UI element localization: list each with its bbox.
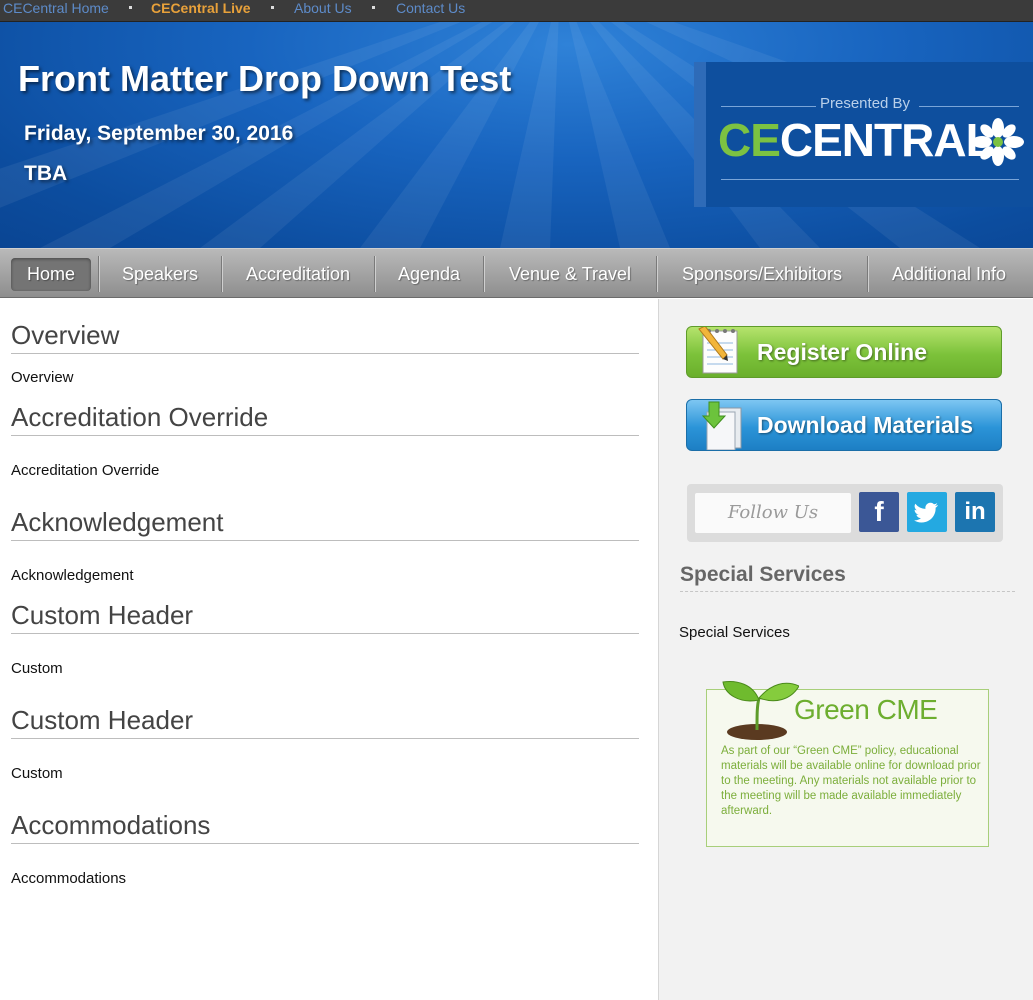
facebook-icon[interactable]: f bbox=[859, 492, 899, 532]
notepad-pencil-icon bbox=[698, 327, 738, 374]
event-banner: Front Matter Drop Down Test Friday, Sept… bbox=[0, 22, 1033, 248]
follow-us-bar: Follow Us f in bbox=[687, 484, 1003, 542]
download-materials-label: Download Materials bbox=[757, 412, 973, 438]
logo-rule bbox=[721, 106, 816, 107]
section-text-custom: Custom bbox=[11, 660, 63, 677]
nav-item-accreditation[interactable]: Accreditation bbox=[226, 258, 370, 291]
twitter-bird-icon bbox=[914, 502, 938, 523]
section-heading-accreditation-override: Accreditation Override bbox=[11, 401, 639, 436]
green-cme-badge: Green CME As part of our “Green CME” pol… bbox=[706, 681, 989, 847]
nav-item-home[interactable]: Home bbox=[11, 258, 91, 291]
section-text-accreditation-override: Accreditation Override bbox=[11, 462, 160, 479]
flower-icon bbox=[972, 118, 1024, 166]
section-heading-accommodations: Accommodations bbox=[11, 809, 639, 844]
topbar-link-cecentral-live[interactable]: CECentral Live bbox=[151, 0, 251, 17]
download-folder-icon bbox=[701, 401, 742, 450]
section-heading-acknowledgement: Acknowledgement bbox=[11, 506, 639, 541]
nav-separator bbox=[867, 256, 869, 292]
section-text-accommodations: Accommodations bbox=[11, 870, 127, 887]
topbar-link-about-us[interactable]: About Us bbox=[294, 0, 352, 17]
logo-ce: CE bbox=[718, 114, 781, 166]
separator-dot bbox=[372, 6, 375, 9]
section-heading-overview: Overview bbox=[11, 319, 639, 354]
separator-dot bbox=[129, 6, 132, 9]
nav-separator bbox=[374, 256, 376, 292]
nav-item-sponsors-exhibitors[interactable]: Sponsors/Exhibitors bbox=[661, 258, 863, 291]
section-text-custom: Custom bbox=[11, 765, 63, 782]
register-online-button[interactable]: Register Online bbox=[686, 326, 1002, 378]
top-utility-bar: CECentral Home CECentral Live About Us C… bbox=[0, 0, 1033, 22]
logo-wordmark: CECENTRAL bbox=[718, 112, 994, 168]
nav-item-agenda[interactable]: Agenda bbox=[379, 258, 479, 291]
section-text-acknowledgement: Acknowledgement bbox=[11, 567, 134, 584]
nav-separator bbox=[98, 256, 100, 292]
event-title: Front Matter Drop Down Test bbox=[18, 58, 512, 99]
sprout-icon bbox=[722, 681, 799, 740]
nav-item-speakers[interactable]: Speakers bbox=[104, 258, 216, 291]
main-nav: Home Speakers Accreditation Agenda Venue… bbox=[0, 248, 1033, 298]
section-text-overview: Overview bbox=[11, 369, 74, 386]
separator-dot bbox=[271, 6, 274, 9]
register-online-label: Register Online bbox=[757, 339, 927, 365]
section-heading-custom-header: Custom Header bbox=[11, 704, 639, 739]
event-date: Friday, September 30, 2016 bbox=[24, 122, 294, 145]
green-cme-description: As part of our “Green CME” policy, educa… bbox=[721, 745, 981, 817]
nav-separator bbox=[483, 256, 485, 292]
green-cme-title: Green CME bbox=[794, 694, 938, 725]
topbar-link-contact-us[interactable]: Contact Us bbox=[396, 0, 465, 17]
nav-separator bbox=[656, 256, 658, 292]
section-heading-custom-header: Custom Header bbox=[11, 599, 639, 634]
linkedin-icon[interactable]: in bbox=[955, 492, 995, 532]
nav-item-additional-info[interactable]: Additional Info bbox=[872, 258, 1026, 291]
event-location: TBA bbox=[24, 162, 68, 185]
twitter-icon[interactable] bbox=[907, 492, 947, 532]
special-services-heading: Special Services bbox=[680, 563, 1015, 592]
download-materials-button[interactable]: Download Materials bbox=[686, 399, 1002, 451]
special-services-text: Special Services bbox=[679, 624, 790, 641]
cecentral-logo[interactable]: Presented By CECENTRAL bbox=[694, 62, 1033, 207]
logo-central: CENTRAL bbox=[779, 114, 994, 166]
main-content: Overview Overview Accreditation Override… bbox=[0, 299, 658, 1000]
logo-rule bbox=[721, 179, 1019, 180]
nav-separator bbox=[221, 256, 223, 292]
presented-by-label: Presented By bbox=[820, 95, 911, 112]
logo-rule bbox=[919, 106, 1019, 107]
follow-us-label: Follow Us bbox=[695, 493, 851, 533]
nav-item-venue-travel[interactable]: Venue & Travel bbox=[488, 258, 652, 291]
topbar-link-cecentral-home[interactable]: CECentral Home bbox=[3, 0, 109, 17]
sidebar: Register Online Download Materials Follo… bbox=[658, 299, 1033, 1000]
